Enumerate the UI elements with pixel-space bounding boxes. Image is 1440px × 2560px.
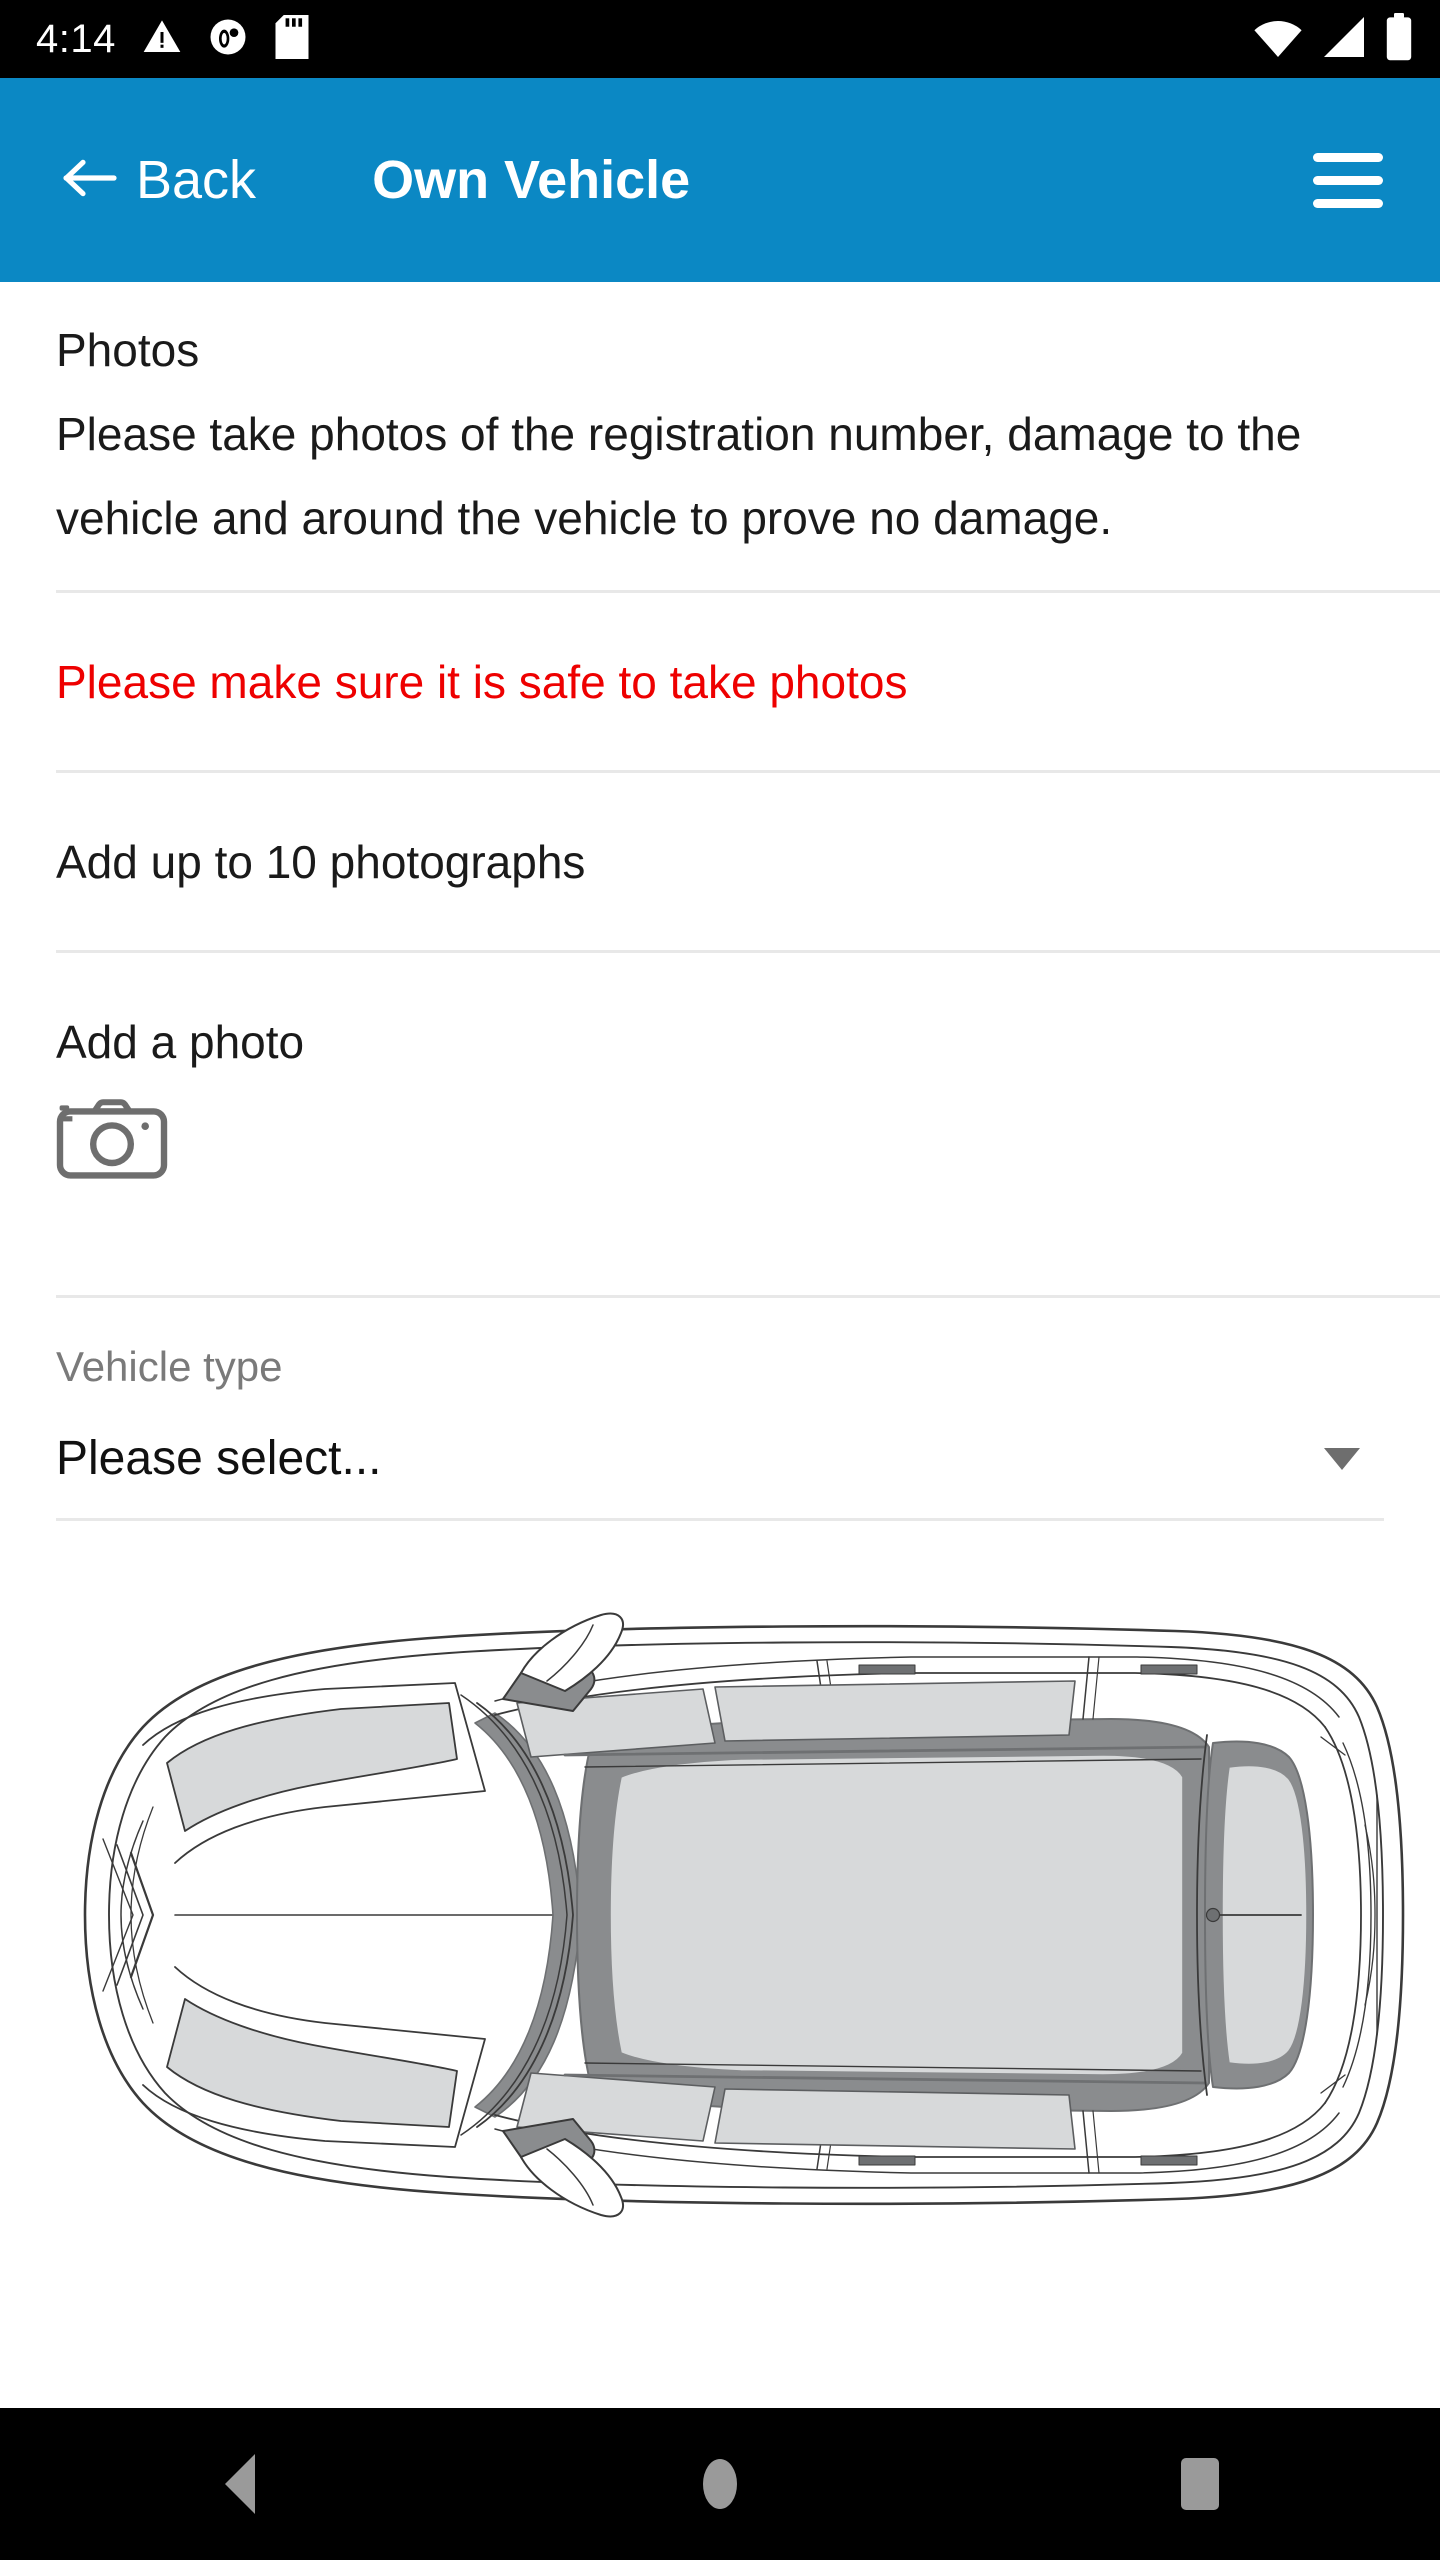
hamburger-menu-icon[interactable] <box>1300 132 1396 228</box>
photos-heading: Photos <box>56 324 200 376</box>
chevron-down-icon <box>1324 1447 1360 1470</box>
app-bar: Back Own Vehicle <box>0 78 1440 282</box>
vehicle-type-value: Please select... <box>56 1431 382 1485</box>
vehicle-type-label: Vehicle type <box>56 1342 283 1390</box>
back-button-label: Back <box>136 150 257 210</box>
add-photo-block: Add a photo <box>0 953 1440 1294</box>
triangle-back-icon <box>225 2454 255 2514</box>
cell-signal-icon <box>1320 15 1368 64</box>
status-bar-left: 4:14 <box>36 14 310 64</box>
vehicle-top-view-diagram[interactable] <box>25 1595 1415 2235</box>
photos-intro-block: Photos Please take photos of the registr… <box>0 282 1440 590</box>
android-navigation-bar <box>0 2408 1440 2560</box>
nav-home-button[interactable] <box>630 2408 810 2560</box>
menu-bar-3 <box>1313 198 1383 208</box>
sd-card-icon <box>274 14 310 64</box>
menu-bar-1 <box>1313 152 1383 162</box>
nav-recents-button[interactable] <box>1110 2408 1290 2560</box>
photo-limit-block: Add up to 10 photographs <box>0 773 1440 950</box>
nav-back-button[interactable] <box>150 2408 330 2560</box>
photo-limit-text: Add up to 10 photographs <box>56 836 586 889</box>
app-notification-icon <box>208 17 248 62</box>
wifi-icon <box>1252 15 1304 64</box>
square-recents-icon <box>1181 2458 1219 2510</box>
status-bar: 4:14 <box>0 0 1440 78</box>
vehicle-type-select[interactable]: Please select... <box>56 1430 1384 1518</box>
status-bar-right <box>1252 12 1414 66</box>
menu-bar-2 <box>1313 175 1383 185</box>
battery-icon <box>1384 12 1414 66</box>
page-title: Own Vehicle <box>372 150 691 210</box>
divider-after-vehicletype <box>56 1517 1384 1521</box>
phone-screen: 4:14 Back Own Vehicle Photos Please take… <box>0 0 1440 2560</box>
safety-warning-block: Please make sure it is safe to take phot… <box>0 593 1440 770</box>
back-button[interactable]: Back <box>62 153 256 207</box>
form-content: Photos Please take photos of the registr… <box>0 282 1440 2408</box>
warning-triangle-icon <box>142 17 182 62</box>
circle-home-icon <box>703 2459 737 2509</box>
status-clock: 4:14 <box>36 17 116 61</box>
add-photo-spacer <box>56 1181 1384 1243</box>
vehicle-diagram-container[interactable] <box>0 1595 1440 2235</box>
vehicle-type-block: Vehicle type Please select... <box>0 1298 1440 1518</box>
camera-icon[interactable] <box>56 1093 168 1181</box>
add-photo-label: Add a photo <box>56 1016 305 1069</box>
photos-instructions: Please take photos of the registration n… <box>56 408 1302 544</box>
arrow-left-icon <box>62 156 118 205</box>
safety-warning-text: Please make sure it is safe to take phot… <box>56 656 908 708</box>
